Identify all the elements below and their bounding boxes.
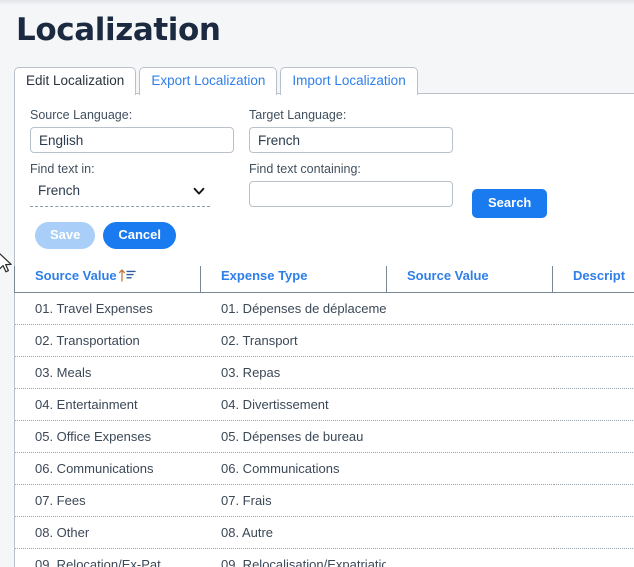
cell-expense-type[interactable]: 08. Autre <box>200 516 387 549</box>
find-text-containing-input[interactable] <box>249 181 453 207</box>
cell-source-value[interactable]: 02. Transportation <box>14 324 201 357</box>
cell-description[interactable] <box>552 356 634 389</box>
cancel-button[interactable]: Cancel <box>103 222 177 249</box>
tab-export-localization[interactable]: Export Localization <box>139 67 278 95</box>
cell-description[interactable] <box>552 516 634 549</box>
table-body: 01. Travel Expenses 01. Dépenses de dépl… <box>14 292 634 567</box>
column-header-description[interactable]: Descript <box>552 266 634 293</box>
table-row[interactable]: 02. Transportation 02. Transport <box>14 324 634 357</box>
table-header: Source Value Expense Type Source Value D… <box>14 266 634 293</box>
source-language-input[interactable] <box>30 127 234 153</box>
cell-source-value-2[interactable] <box>386 356 553 389</box>
find-text-row: Find text in: French Find text containin… <box>15 152 634 218</box>
cell-source-value-2[interactable] <box>386 516 553 549</box>
table-row[interactable]: 06. Communications 06. Communications <box>14 452 634 485</box>
cell-expense-type[interactable]: 03. Repas <box>200 356 387 389</box>
cell-expense-type[interactable]: 06. Communications <box>200 452 387 485</box>
find-text-in-label: Find text in: <box>30 162 95 176</box>
tab-import-localization-label: Import Localization <box>292 73 406 88</box>
cell-source-value-2[interactable] <box>386 388 553 421</box>
cell-source-value-2[interactable] <box>386 292 553 325</box>
app-root: Localization Edit Localization Export Lo… <box>0 0 634 567</box>
find-text-in-value: French <box>38 183 81 198</box>
window-top-strip <box>0 0 634 5</box>
cell-expense-type[interactable]: 02. Transport <box>200 324 387 357</box>
column-header-expense-type-label: Expense Type <box>221 268 308 283</box>
cell-source-value-2[interactable] <box>386 548 553 567</box>
cell-source-value[interactable]: 06. Communications <box>14 452 201 485</box>
tab-strip: Edit Localization Export Localization Im… <box>14 67 418 96</box>
cell-source-value[interactable]: 04. Entertainment <box>14 388 201 421</box>
cell-description[interactable] <box>552 452 634 485</box>
table-row[interactable]: 07. Fees 07. Frais <box>14 484 634 517</box>
tab-import-localization[interactable]: Import Localization <box>280 67 418 95</box>
action-row: Save Cancel <box>15 210 634 256</box>
localization-table-wrap: Source Value Expense Type Source Value D… <box>14 266 634 567</box>
target-language-label: Target Language: <box>249 108 347 122</box>
save-button[interactable]: Save <box>35 222 96 249</box>
tab-edit-localization[interactable]: Edit Localization <box>14 67 137 96</box>
cell-description[interactable] <box>552 484 634 517</box>
find-text-containing-field: Find text containing: <box>249 162 453 207</box>
tab-export-localization-label: Export Localization <box>151 73 266 88</box>
cell-expense-type[interactable]: 07. Frais <box>200 484 387 517</box>
table-row[interactable]: 03. Meals 03. Repas <box>14 356 634 389</box>
sort-ascending-icon[interactable] <box>118 268 138 283</box>
cell-description[interactable] <box>552 324 634 357</box>
target-language-input[interactable] <box>249 127 453 153</box>
find-text-containing-label: Find text containing: <box>249 162 361 176</box>
table-row[interactable]: 01. Travel Expenses 01. Dépenses de dépl… <box>14 292 634 325</box>
cell-description[interactable] <box>552 388 634 421</box>
cell-expense-type[interactable]: 09. Relocalisation/Expatriation <box>200 548 387 567</box>
cell-description[interactable] <box>552 420 634 453</box>
column-header-source-value[interactable]: Source Value <box>14 266 201 293</box>
action-buttons: Save Cancel <box>35 222 177 249</box>
column-header-description-label: Descript <box>573 268 626 283</box>
table-row[interactable]: 09. Relocation/Ex-Pat 09. Relocalisation… <box>14 548 634 567</box>
page-title: Localization <box>16 12 221 48</box>
cell-expense-type[interactable]: 05. Dépenses de bureau <box>200 420 387 453</box>
cell-source-value[interactable]: 07. Fees <box>14 484 201 517</box>
cell-source-value[interactable]: 05. Office Expenses <box>14 420 201 453</box>
table-row[interactable]: 04. Entertainment 04. Divertissement <box>14 388 634 421</box>
cell-source-value-2[interactable] <box>386 484 553 517</box>
cell-expense-type[interactable]: 01. Dépenses de déplacement <box>200 292 387 325</box>
cell-source-value[interactable]: 03. Meals <box>14 356 201 389</box>
table-row[interactable]: 08. Other 08. Autre <box>14 516 634 549</box>
cell-source-value[interactable]: 08. Other <box>14 516 201 549</box>
cell-source-value-2[interactable] <box>386 324 553 357</box>
column-header-source-value-2-label: Source Value <box>407 268 489 283</box>
column-header-expense-type[interactable]: Expense Type <box>200 266 387 293</box>
column-header-source-value-label: Source Value <box>35 268 117 283</box>
target-language-field: Target Language: <box>249 108 453 153</box>
column-header-source-value-2[interactable]: Source Value <box>386 266 553 293</box>
table-header-row: Source Value Expense Type Source Value D… <box>14 266 634 293</box>
find-text-in-field: Find text in: French <box>30 162 210 207</box>
cell-source-value-2[interactable] <box>386 452 553 485</box>
find-text-in-select[interactable]: French <box>30 181 210 207</box>
cell-source-value-2[interactable] <box>386 420 553 453</box>
source-language-field: Source Language: <box>30 108 234 153</box>
cell-description[interactable] <box>552 292 634 325</box>
localization-table: Source Value Expense Type Source Value D… <box>14 266 634 567</box>
table-row[interactable]: 05. Office Expenses 05. Dépenses de bure… <box>14 420 634 453</box>
source-language-label: Source Language: <box>30 108 133 122</box>
language-row: Source Language: Target Language: <box>15 94 634 153</box>
tab-edit-localization-label: Edit Localization <box>26 73 125 88</box>
cell-source-value[interactable]: 01. Travel Expenses <box>14 292 201 325</box>
cell-source-value[interactable]: 09. Relocation/Ex-Pat <box>14 548 201 567</box>
cell-expense-type[interactable]: 04. Divertissement <box>200 388 387 421</box>
cell-description[interactable] <box>552 548 634 567</box>
